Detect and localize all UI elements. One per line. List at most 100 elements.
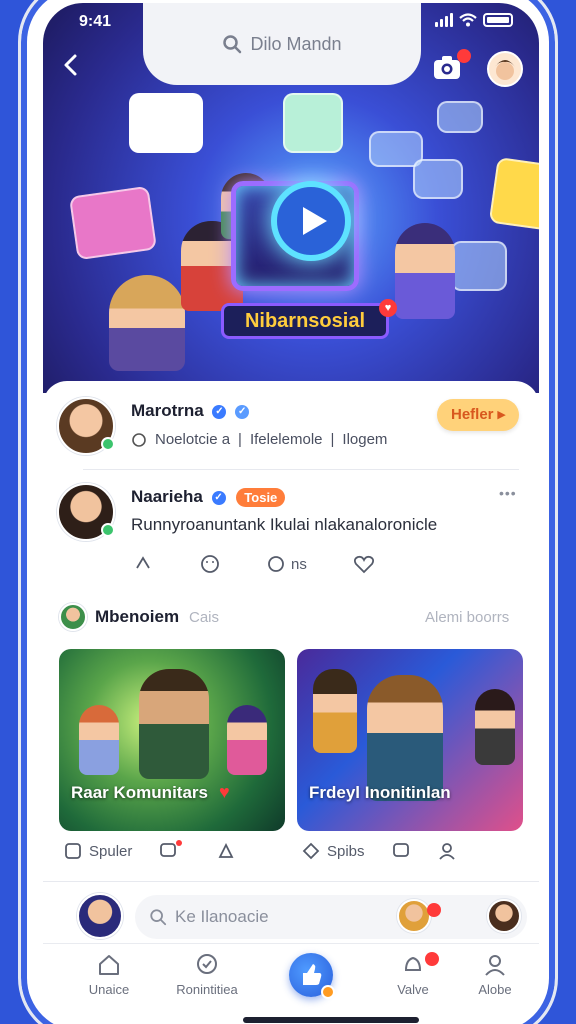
section-title: Mbenoiem xyxy=(95,607,180,626)
post2-author[interactable]: Naarieha ✓ Tosie xyxy=(131,487,286,508)
floating-card-left xyxy=(68,185,158,261)
tab-profile[interactable]: Alobe xyxy=(455,952,535,997)
divider xyxy=(83,469,519,470)
floating-card-top-left xyxy=(129,93,203,153)
top-search[interactable]: Dilo Mandn xyxy=(163,3,401,85)
chat-bubble-3 xyxy=(451,241,507,291)
chat-bubble-4 xyxy=(437,101,483,133)
heart-badge: ♥ xyxy=(379,299,397,317)
tab-messages[interactable]: Ronintitiea xyxy=(167,952,247,997)
verified-icon: ✓ xyxy=(235,404,250,419)
avatar-icon xyxy=(495,60,515,80)
post1-online-dot xyxy=(101,437,115,451)
back-button[interactable] xyxy=(57,51,93,87)
floating-card-top xyxy=(283,93,343,153)
comment-icon xyxy=(392,843,409,857)
divider xyxy=(43,881,539,882)
tab-messages-label: Ronintitiea xyxy=(176,982,238,997)
tab-home[interactable]: Unaice xyxy=(69,952,149,997)
section-subtitle: Cais xyxy=(189,609,220,626)
tag-icon xyxy=(302,842,320,860)
camera-notification-dot xyxy=(457,49,471,63)
top-search-text: Dilo Mandn xyxy=(250,33,342,54)
card2-caption: Frdeyl Inonitinlan xyxy=(309,783,451,802)
character-boy-right xyxy=(395,223,455,319)
comment-count: ns xyxy=(291,555,307,573)
notification-dot xyxy=(425,952,439,966)
comment-icon xyxy=(160,843,177,857)
comment-icon xyxy=(132,432,146,447)
section-avatar xyxy=(59,603,87,631)
card1-comment-action[interactable] xyxy=(158,840,190,861)
emoji-icon xyxy=(201,555,219,573)
follow-button[interactable]: Hefler ▸ xyxy=(437,399,520,431)
composer-avatar[interactable] xyxy=(77,893,123,939)
tab-home-label: Unaice xyxy=(88,982,130,997)
post1-meta-item: Ifelelemole xyxy=(249,431,323,448)
screen: 9:41 Dilo Mandn Nibarnsosial ♥ Marotrna … xyxy=(43,3,539,1023)
chevron-left-icon xyxy=(64,54,77,76)
tab-notifications-label: Valve xyxy=(397,982,429,997)
card1-character xyxy=(139,669,209,779)
signal-icon xyxy=(435,13,453,27)
phone-frame: 9:41 Dilo Mandn Nibarnsosial ♥ Marotrna … xyxy=(18,0,558,1024)
composer-friend-avatar[interactable] xyxy=(397,899,431,933)
verified-icon: ✓ xyxy=(211,490,226,505)
meta-separator: | xyxy=(330,431,335,448)
composer-input[interactable]: Ke Ilanoacie xyxy=(135,895,527,939)
card1-share-action[interactable] xyxy=(216,841,236,861)
character-girl-left xyxy=(109,275,185,371)
play-icon xyxy=(303,207,327,235)
media-card-1[interactable]: Raar Komunitars ♥ xyxy=(59,649,285,831)
create-post-button[interactable] xyxy=(289,953,335,999)
see-all-link[interactable]: Alemi boorrs xyxy=(425,609,509,626)
notification-dot xyxy=(176,840,183,846)
composer-friend-avatar[interactable] xyxy=(487,899,521,933)
home-icon xyxy=(99,955,119,975)
card1-character xyxy=(79,705,119,775)
post2-author-label: Naarieha xyxy=(131,487,203,506)
tab-notifications[interactable]: Valve xyxy=(373,952,453,997)
card1-reply-action[interactable]: Spuler xyxy=(63,841,132,861)
meta-separator: | xyxy=(238,431,242,448)
bell-icon xyxy=(404,956,422,971)
like-action[interactable] xyxy=(353,554,375,574)
share-action[interactable] xyxy=(133,554,153,574)
card1-caption: Raar Komunitars xyxy=(71,783,208,802)
card2-comment-action[interactable] xyxy=(391,841,411,861)
card2-character xyxy=(475,689,515,765)
card1-character xyxy=(227,705,267,775)
comment-action[interactable]: ns xyxy=(267,555,307,573)
chat-bubble-2 xyxy=(413,159,463,199)
floating-card-right xyxy=(488,157,539,231)
post1-meta-item: Noelotcie a xyxy=(155,431,231,448)
share-icon xyxy=(136,556,150,569)
profile-avatar-button[interactable] xyxy=(487,51,523,87)
user-icon xyxy=(438,843,455,860)
share-icon xyxy=(218,842,234,858)
more-button[interactable]: ••• xyxy=(499,485,517,501)
media-card-2[interactable]: Frdeyl Inonitinlan xyxy=(297,649,523,831)
heart-icon xyxy=(353,555,374,574)
card1-actions: Spuler xyxy=(63,840,236,861)
card1-action-label: Spuler xyxy=(89,842,133,860)
hero-banner: 9:41 Dilo Mandn Nibarnsosial ♥ xyxy=(43,3,539,393)
card2-reply-action[interactable]: Spibs xyxy=(301,841,365,861)
notification-dot xyxy=(427,903,441,917)
card2-profile-action[interactable] xyxy=(437,841,457,861)
emoji-action[interactable] xyxy=(199,553,221,575)
post1-meta-item: Ilogem xyxy=(342,431,388,448)
home-indicator xyxy=(243,1017,419,1023)
camera-button[interactable] xyxy=(431,49,471,87)
user-icon xyxy=(485,955,505,976)
play-button[interactable] xyxy=(271,181,351,261)
chat-icon xyxy=(197,954,217,974)
comment-icon xyxy=(268,556,284,572)
status-icons xyxy=(435,13,513,27)
card2-actions: Spibs xyxy=(301,841,457,861)
card2-character xyxy=(313,669,357,753)
composer-placeholder: Ke Ilanoacie xyxy=(175,907,269,926)
card2-action-label: Spibs xyxy=(327,842,365,860)
notification-dot xyxy=(321,985,335,999)
post1-author[interactable]: Marotrna ✓ ✓ xyxy=(131,401,250,421)
